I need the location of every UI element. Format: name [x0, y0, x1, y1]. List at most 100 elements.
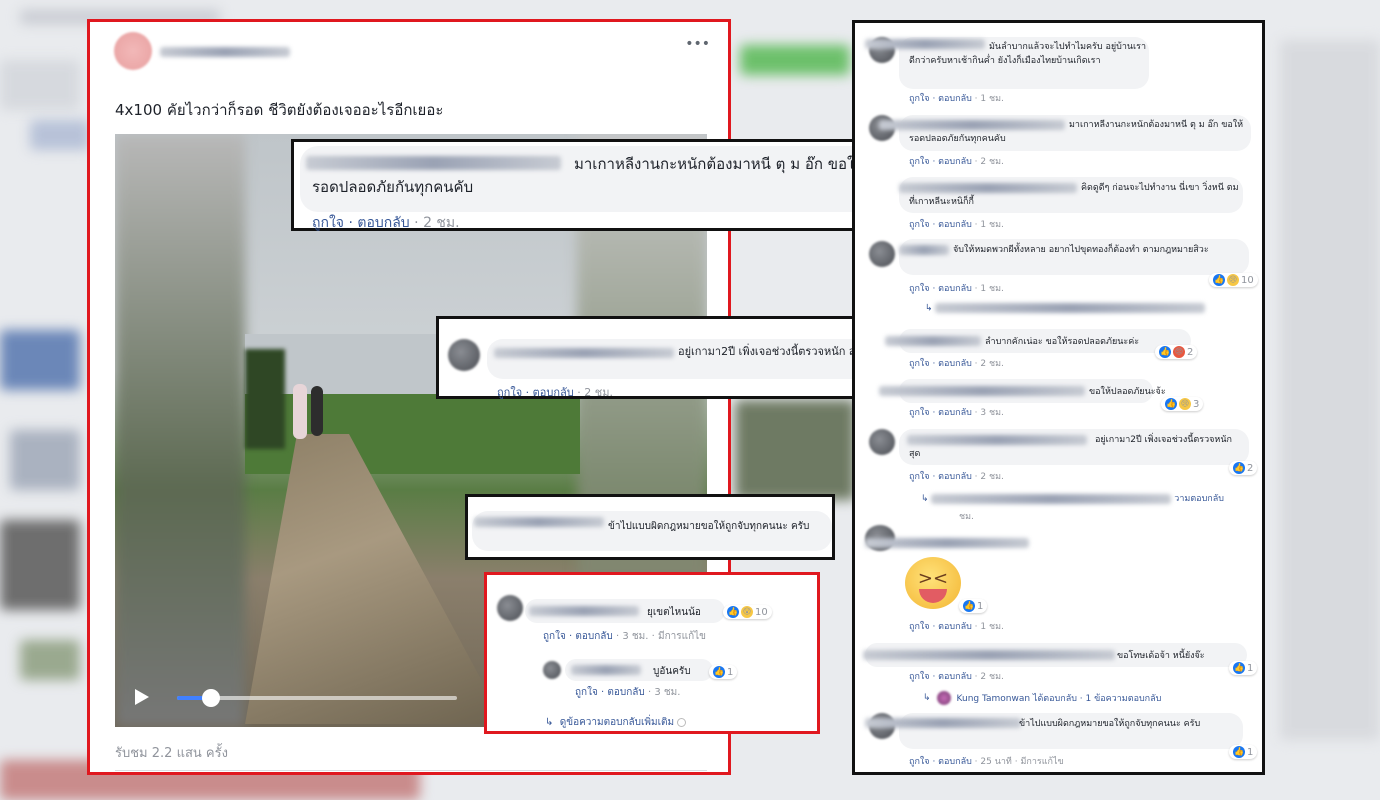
reaction-badge[interactable]: 👍 1 — [1229, 661, 1258, 675]
reaction-badge[interactable]: 👍 1 — [709, 665, 738, 679]
reaction-badge[interactable]: 👍 😡 2 — [1155, 345, 1198, 359]
comment-text: ขอให้ปลอดภัยนะจ้ะ — [1089, 387, 1166, 397]
like-link[interactable]: ถูกใจ — [497, 386, 522, 399]
video-progress-knob[interactable] — [201, 689, 220, 707]
like-link[interactable]: ถูกใจ — [909, 157, 930, 167]
reaction-badge[interactable]: 👍 2 — [1229, 461, 1258, 475]
reply-avatar[interactable] — [543, 661, 561, 679]
video-person — [311, 386, 323, 436]
comment-text: ข้าไปแบบผิดกฎหมายขอให้ถูกจับทุกคนนะ ครับ — [1019, 719, 1201, 729]
like-link[interactable]: ถูกใจ — [909, 94, 930, 104]
reaction-badge[interactable]: 👍 😢 3 — [1161, 397, 1204, 411]
reply-link[interactable]: ตอบกลับ — [575, 631, 612, 642]
like-link[interactable]: ถูกใจ — [909, 284, 930, 294]
comment-actions: ถูกใจ · ตอบกลับ · 2 ชม. — [909, 157, 1004, 167]
replier-name-redacted — [571, 665, 641, 675]
poster-avatar[interactable] — [114, 32, 152, 70]
video-person — [293, 384, 307, 439]
comment-time: 2 ชม. — [423, 215, 460, 231]
comment-actions: ถูกใจ · ตอบกลับ · 1 ชม. — [909, 220, 1004, 230]
reply-link[interactable]: ตอบกลับ — [938, 284, 972, 294]
more-options-icon[interactable]: ••• — [685, 36, 710, 52]
like-link[interactable]: ถูกใจ — [909, 220, 930, 230]
reply-arrow-icon: ↳ — [545, 717, 554, 728]
comment-actions: ถูกใจ · ตอบกลับ · 1 ชม. — [909, 284, 1004, 294]
reply-link[interactable]: ตอบกลับ — [938, 220, 972, 230]
comment-actions: ถูกใจ · ตอบกลับ · 2 ชม. — [909, 359, 1004, 369]
reply-arrow-icon: ↳ — [923, 693, 931, 703]
loading-icon — [677, 717, 687, 727]
reply-link[interactable]: ตอบกลับ — [938, 672, 972, 682]
comment-text: จับให้หมดพวกผีทั้งหลาย อยากไปขุดทองก็ต้อ… — [953, 245, 1209, 255]
comment-actions: ถูกใจ · ตอบกลับ · 2 ชม. — [497, 386, 613, 399]
comment-time: 2 ชม. — [584, 386, 613, 399]
reply-avatar — [936, 691, 951, 705]
commenter-name-redacted — [865, 538, 1029, 548]
like-link[interactable]: ถูกใจ — [312, 215, 344, 231]
reaction-badge[interactable]: 👍 1 — [1229, 745, 1258, 759]
zoom-comment-2: อยู่เกามา2ปี เพิ่งเจอช่วงนี้ตรวจหนัก สุด… — [436, 316, 889, 399]
reply-link[interactable]: ตอบกลับ — [938, 472, 972, 482]
reply-link[interactable]: ตอบกลับ — [938, 359, 972, 369]
commenter-avatar[interactable] — [869, 241, 895, 267]
zoom-comment-3: ข้าไปแบบผิดกฎหมายขอให้ถูกจับทุกคนนะ ครับ — [465, 494, 835, 560]
commenter-name-redacted — [885, 336, 981, 346]
reaction-badge[interactable]: 👍 😮 10 — [723, 605, 772, 619]
like-link[interactable]: ถูกใจ — [543, 631, 566, 642]
comment-text: มาเกาหลีงานกะหนักต้องมาหนี ตุ ม อ๊ก ขอให… — [312, 155, 865, 196]
comment-actions: ถูกใจ · ตอบกลับ · 1 ชม. — [909, 94, 1004, 104]
replies-link[interactable]: ↳ Kung Tamonwan ได้ตอบกลับ · 1 ข้อความตอ… — [923, 691, 1161, 705]
comment-text: มันลำบากแล้วจะไปทำไมครับ อยู่บ้านเราดีกว… — [909, 42, 1147, 66]
commenter-name-redacted — [863, 650, 1115, 660]
reaction-badge[interactable]: 👍 1 — [959, 599, 988, 613]
comment-text: ลำบากคักเน่อะ ขอให้รอดปลอดภัยนะค่ะ — [985, 337, 1140, 347]
reaction-badge[interactable]: 👍 😢 10 — [1209, 273, 1258, 287]
comments-panel: มันลำบากแล้วจะไปทำไมครับ อยู่บ้านเราดีกว… — [852, 20, 1265, 775]
reply-link[interactable]: ตอบกลับ — [533, 386, 574, 399]
reply-link[interactable]: ตอบกลับ — [357, 215, 409, 231]
comment-actions: ถูกใจ · ตอบกลับ · 3 ชม. · มีการแก้ไข — [543, 631, 706, 642]
comment-text: อยู่เกามา2ปี เพิ่งเจอช่วงนี้ตรวจหนัก สุด — [909, 435, 1232, 459]
more-replies-link[interactable]: ↳ ดูข้อความตอบกลับเพิ่มเติม — [545, 715, 687, 730]
comment-text: คิดดูดีๆ ก่อนจะไปทำงาน นี่เขา วิ่งหนี ตม… — [909, 183, 1239, 207]
poster-name-redacted — [160, 47, 290, 57]
commenter-name-redacted — [529, 606, 639, 616]
like-link[interactable]: ถูกใจ — [909, 622, 930, 632]
video-progress-bar[interactable] — [177, 689, 457, 707]
play-icon[interactable] — [135, 689, 149, 705]
reply-link[interactable]: ตอบกลับ — [938, 408, 972, 418]
zoom-replies: ยุเขตไหนน้อ 👍 😮 10 ถูกใจ · ตอบกลับ · 3 ชม.… — [484, 572, 820, 734]
commenter-avatar[interactable] — [497, 595, 523, 621]
comment-actions: ถูกใจ · ตอบกลับ · 2 ชม. — [312, 215, 460, 231]
like-link[interactable]: ถูกใจ — [575, 687, 598, 698]
comment-actions: ถูกใจ · ตอบกลับ · 2 ชม. — [909, 672, 1004, 682]
sticker-emoji: >< — [905, 557, 961, 609]
replies-link[interactable]: ↳ — [925, 303, 1206, 314]
comment-time: ชม. — [959, 512, 974, 522]
reply-link[interactable]: ตอบกลับ — [938, 622, 972, 632]
comment-text: มาเกาหลีงานกะหนักต้องมาหนี ตุ ม อ๊ก ขอให… — [909, 120, 1244, 144]
reply-actions: ถูกใจ · ตอบกลับ · 3 ชม. — [575, 687, 681, 698]
reply-link[interactable]: ตอบกลับ — [938, 157, 972, 167]
reply-text: บูอันครับ — [653, 666, 691, 677]
commenter-avatar[interactable] — [448, 339, 480, 371]
reply-link[interactable]: ตอบกลับ — [938, 757, 972, 767]
commenter-name-redacted — [879, 386, 1085, 396]
reply-link[interactable]: ตอบกลับ — [607, 687, 644, 698]
comment-actions: ถูกใจ · ตอบกลับ · 1 ชม. — [909, 622, 1004, 632]
comment-actions: ถูกใจ · ตอบกลับ · 2 ชม. — [909, 472, 1004, 482]
replies-link[interactable]: ↳ วามตอบกลับ — [921, 491, 1224, 505]
comment-actions: ถูกใจ · ตอบกลับ · 3 ชม. — [909, 408, 1004, 418]
like-link[interactable]: ถูกใจ — [909, 472, 930, 482]
like-link[interactable]: ถูกใจ — [909, 359, 930, 369]
reply-link[interactable]: ตอบกลับ — [938, 94, 972, 104]
commenter-avatar[interactable] — [869, 429, 895, 455]
view-count: รับชม 2.2 แสน ครั้ง — [115, 746, 228, 761]
comment-text: ข้าไปแบบผิดกฎหมายขอให้ถูกจับทุกคนนะ ครับ — [608, 521, 810, 532]
like-link[interactable]: ถูกใจ — [909, 757, 930, 767]
comment-actions: ถูกใจ · ตอบกลับ · 25 นาที · มีการแก้ไข — [909, 757, 1064, 767]
like-link[interactable]: ถูกใจ — [909, 672, 930, 682]
like-link[interactable]: ถูกใจ — [909, 408, 930, 418]
post-text: 4x100 คัยไวกว่าก็รอด ชีวิตยังต้องเจออะไร… — [115, 101, 444, 119]
zoom-comment-main: มาเกาหลีงานกะหนักต้องมาหนี ตุ ม อ๊ก ขอให… — [291, 139, 889, 231]
